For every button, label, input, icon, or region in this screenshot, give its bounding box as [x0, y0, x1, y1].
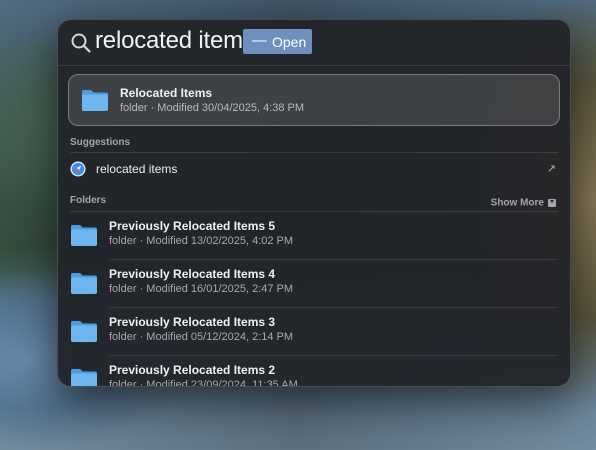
search-bar: relocated items — Open — [58, 20, 570, 66]
arrow-up-right-icon[interactable]: ↗ — [547, 162, 556, 175]
folder-icon — [82, 90, 108, 111]
spotlight-panel: relocated items — Open Relocated Items f… — [57, 19, 571, 387]
open-hint[interactable]: — Open — [243, 29, 312, 54]
folder-result-row[interactable]: Previously Relocated Items 5 folder · Mo… — [58, 212, 570, 260]
folder-title: Previously Relocated Items 4 — [109, 267, 276, 281]
search-icon — [71, 33, 91, 53]
folder-icon — [71, 273, 97, 294]
show-more-button[interactable]: Show More — [491, 194, 556, 208]
safari-icon — [70, 161, 86, 177]
folder-subtitle: folder · Modified 16/01/2025, 2:47 PM — [109, 283, 294, 295]
top-hit-title: Relocated Items — [120, 86, 213, 100]
show-more-label: Show More — [490, 197, 544, 209]
suggestion-item[interactable]: relocated items ↗ — [58, 154, 570, 184]
folder-subtitle: folder · Modified 13/02/2025, 4:02 PM — [109, 235, 294, 247]
folder-subtitle: folder · Modified 05/12/2024, 2:14 PM — [109, 331, 294, 343]
folder-result-row[interactable]: Previously Relocated Items 2 folder · Mo… — [58, 356, 570, 387]
folder-result-row[interactable]: Previously Relocated Items 3 folder · Mo… — [58, 308, 570, 356]
open-hint-label: Open — [272, 34, 307, 50]
folder-title: Previously Relocated Items 2 — [109, 363, 276, 377]
folder-title: Previously Relocated Items 5 — [109, 219, 276, 233]
folder-icon — [71, 321, 97, 342]
top-hit-subtitle: folder · Modified 30/04/2025, 4:38 PM — [120, 102, 305, 114]
folders-header: Folders — [70, 195, 107, 206]
folder-icon — [71, 225, 97, 246]
suggestion-label: relocated items — [96, 162, 178, 176]
folder-result-row[interactable]: Previously Relocated Items 4 folder · Mo… — [58, 260, 570, 308]
folder-title: Previously Relocated Items 3 — [109, 315, 276, 329]
top-hit-result[interactable]: Relocated Items folder · Modified 30/04/… — [68, 74, 560, 126]
folder-subtitle: folder · Modified 23/09/2024, 11:35 AM — [109, 379, 298, 387]
suggestions-header: Suggestions — [70, 137, 131, 148]
suggestions-divider — [70, 152, 558, 153]
folder-icon — [71, 369, 97, 386]
search-input[interactable]: relocated items — [95, 27, 255, 55]
open-hint-dash: — — [252, 32, 267, 49]
chevron-down-icon — [548, 198, 556, 207]
